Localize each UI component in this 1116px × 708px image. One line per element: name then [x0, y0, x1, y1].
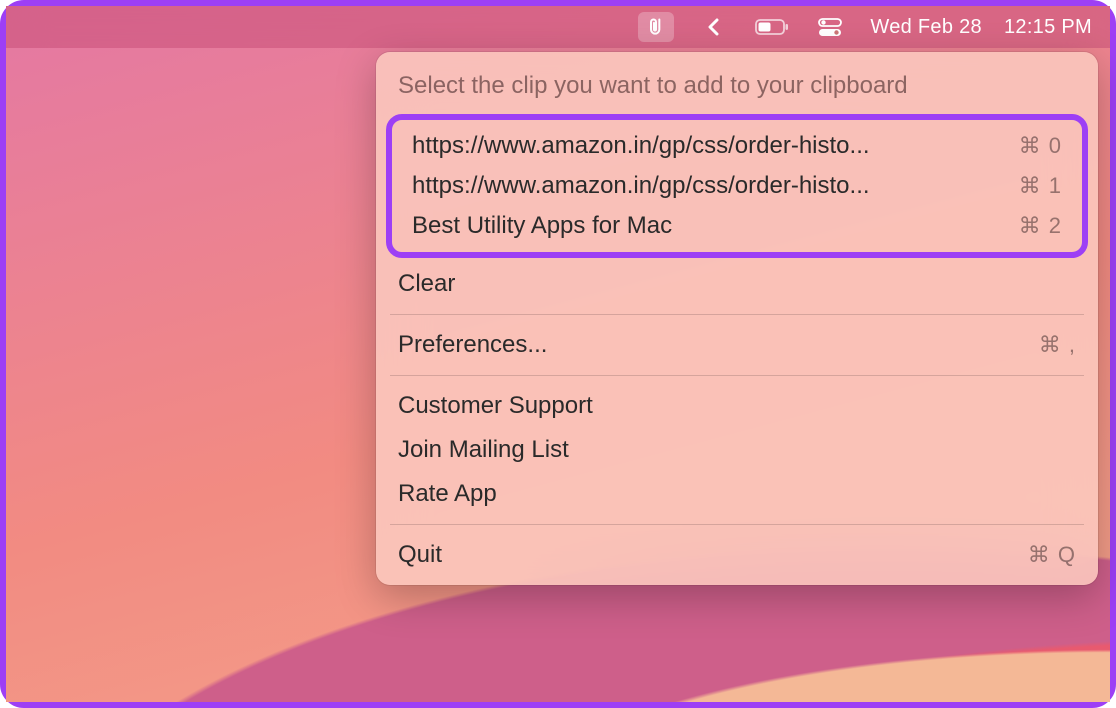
clipboard-menu: Select the clip you want to add to your …	[376, 52, 1098, 585]
menu-label: Rate App	[398, 480, 497, 508]
clip-text: Best Utility Apps for Mac	[412, 212, 672, 240]
battery-icon[interactable]	[754, 12, 790, 42]
clip-shortcut: ⌘ 2	[1019, 213, 1062, 239]
clips-highlight-box: https://www.amazon.in/gp/css/order-histo…	[386, 114, 1088, 258]
clip-item-1[interactable]: https://www.amazon.in/gp/css/order-histo…	[398, 166, 1076, 206]
clip-item-2[interactable]: Best Utility Apps for Mac ⌘ 2	[398, 206, 1076, 246]
separator	[390, 375, 1084, 376]
join-mailing-button[interactable]: Join Mailing List	[376, 428, 1098, 472]
clear-button[interactable]: Clear	[376, 262, 1098, 306]
separator	[390, 314, 1084, 315]
clip-shortcut: ⌘ 0	[1019, 133, 1062, 159]
clip-text: https://www.amazon.in/gp/css/order-histo…	[412, 132, 870, 160]
menu-shortcut: ⌘ Q	[1028, 542, 1076, 568]
menu-label: Quit	[398, 541, 442, 569]
menu-label: Customer Support	[398, 392, 593, 420]
rate-app-button[interactable]: Rate App	[376, 472, 1098, 516]
quit-button[interactable]: Quit ⌘ Q	[376, 533, 1098, 577]
separator	[390, 524, 1084, 525]
clip-shortcut: ⌘ 1	[1019, 173, 1062, 199]
menu-label: Preferences...	[398, 331, 547, 359]
preferences-button[interactable]: Preferences... ⌘ ,	[376, 323, 1098, 367]
menu-shortcut: ⌘ ,	[1039, 332, 1076, 358]
menu-label: Join Mailing List	[398, 436, 569, 464]
chevron-left-icon[interactable]	[696, 12, 732, 42]
menu-label: Clear	[398, 270, 455, 298]
control-center-icon[interactable]	[812, 12, 848, 42]
menubar: Wed Feb 28 12:15 PM	[6, 6, 1110, 48]
customer-support-button[interactable]: Customer Support	[376, 384, 1098, 428]
menu-header: Select the clip you want to add to your …	[376, 66, 1098, 114]
paperclip-icon[interactable]	[638, 12, 674, 42]
clip-text: https://www.amazon.in/gp/css/order-histo…	[412, 172, 870, 200]
menubar-time[interactable]: 12:15 PM	[1004, 16, 1092, 39]
clip-item-0[interactable]: https://www.amazon.in/gp/css/order-histo…	[398, 126, 1076, 166]
menubar-date[interactable]: Wed Feb 28	[870, 16, 982, 39]
